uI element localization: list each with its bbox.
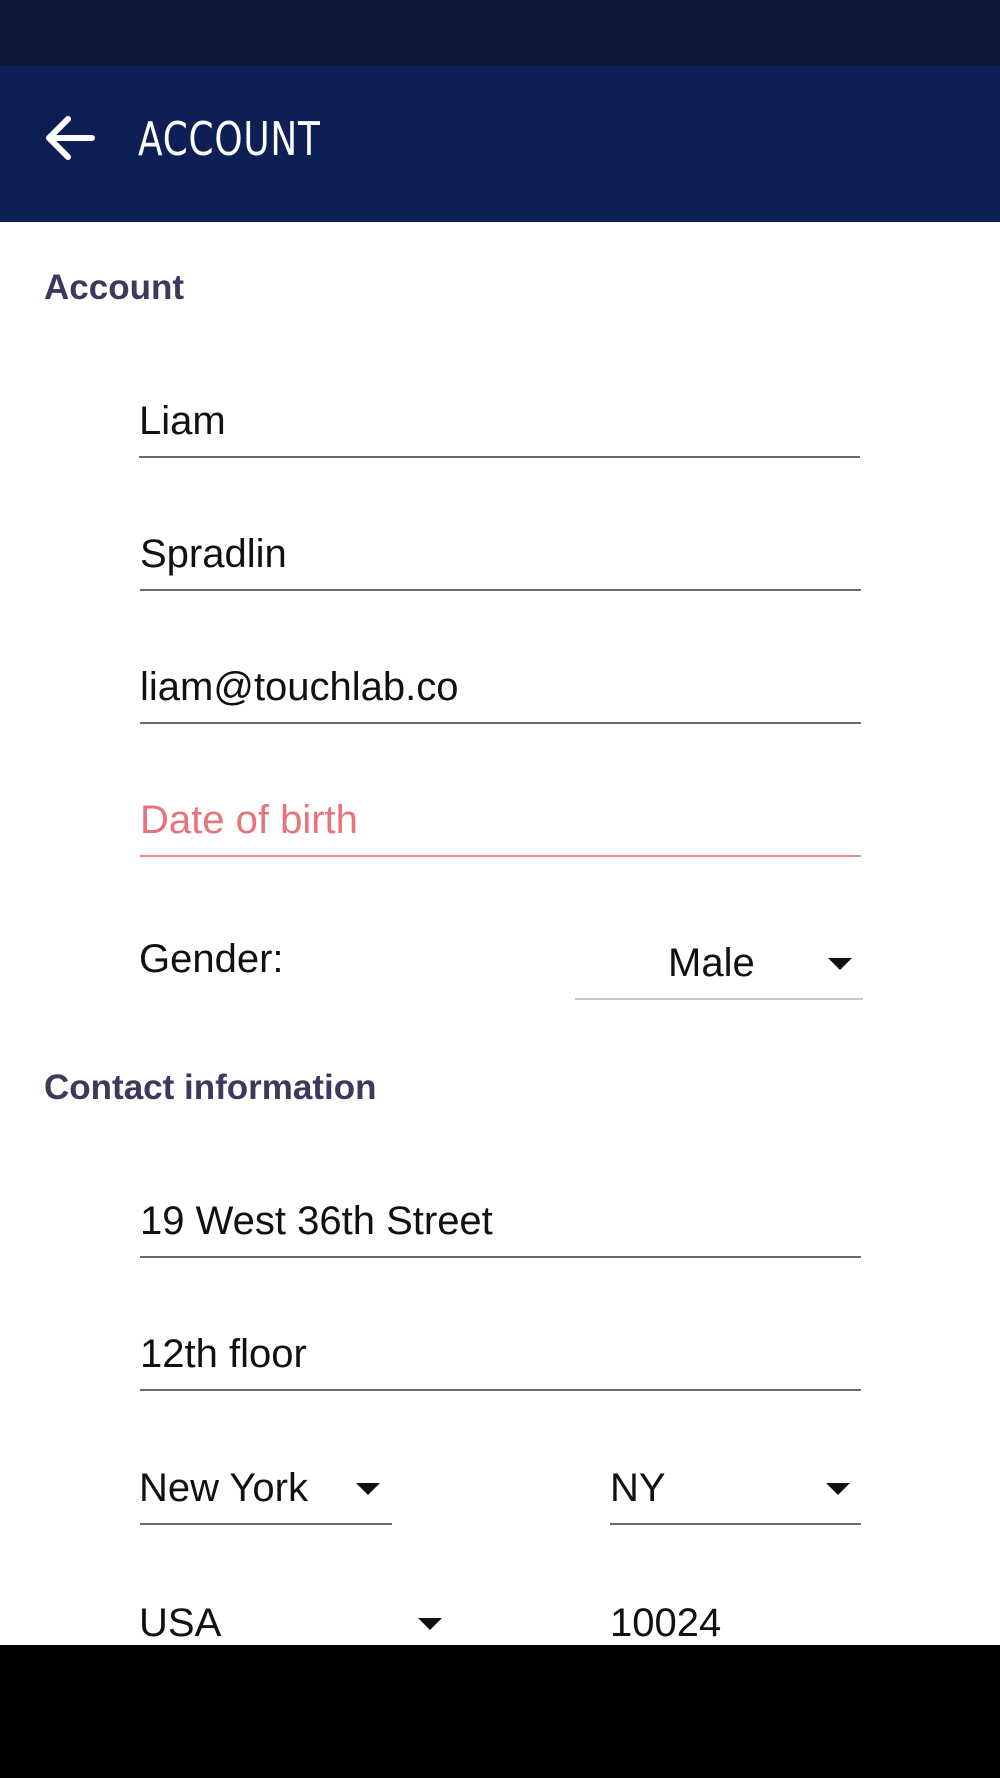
address-line-1-input[interactable] xyxy=(140,1199,861,1244)
address-line-2-field[interactable] xyxy=(140,1312,861,1391)
zip-input[interactable] xyxy=(610,1601,861,1646)
city-select-value: New York xyxy=(139,1466,308,1510)
page-title: ACCOUNT xyxy=(138,112,321,166)
first-name-field[interactable] xyxy=(139,380,860,458)
email-field[interactable] xyxy=(140,646,861,724)
chevron-down-icon xyxy=(828,958,852,970)
arrow-left-icon xyxy=(46,116,95,160)
navigation-bar xyxy=(0,1645,1000,1778)
section-header-contact: Contact information xyxy=(44,1068,377,1107)
date-of-birth-field[interactable] xyxy=(140,779,861,857)
back-button[interactable] xyxy=(34,102,106,174)
chevron-down-icon xyxy=(356,1483,380,1495)
date-of-birth-input[interactable] xyxy=(140,798,861,843)
email-input[interactable] xyxy=(140,665,861,710)
chevron-down-icon xyxy=(418,1618,442,1630)
app-bar: ACCOUNT xyxy=(0,66,1000,222)
last-name-field[interactable] xyxy=(140,513,861,591)
address-line-2-input[interactable] xyxy=(140,1332,861,1377)
first-name-input[interactable] xyxy=(139,399,860,444)
country-select-value: USA xyxy=(139,1601,222,1645)
gender-select[interactable]: Male xyxy=(575,920,863,1000)
chevron-down-icon xyxy=(826,1483,850,1495)
section-header-account: Account xyxy=(44,268,184,307)
last-name-input[interactable] xyxy=(140,532,861,577)
gender-select-value: Male xyxy=(668,941,755,985)
gender-label: Gender: xyxy=(139,937,284,981)
address-line-1-field[interactable] xyxy=(140,1179,861,1258)
state-select-value: NY xyxy=(610,1466,666,1510)
status-bar xyxy=(0,0,1000,66)
state-select[interactable]: NY xyxy=(610,1445,861,1525)
city-select[interactable]: New York xyxy=(139,1445,392,1525)
